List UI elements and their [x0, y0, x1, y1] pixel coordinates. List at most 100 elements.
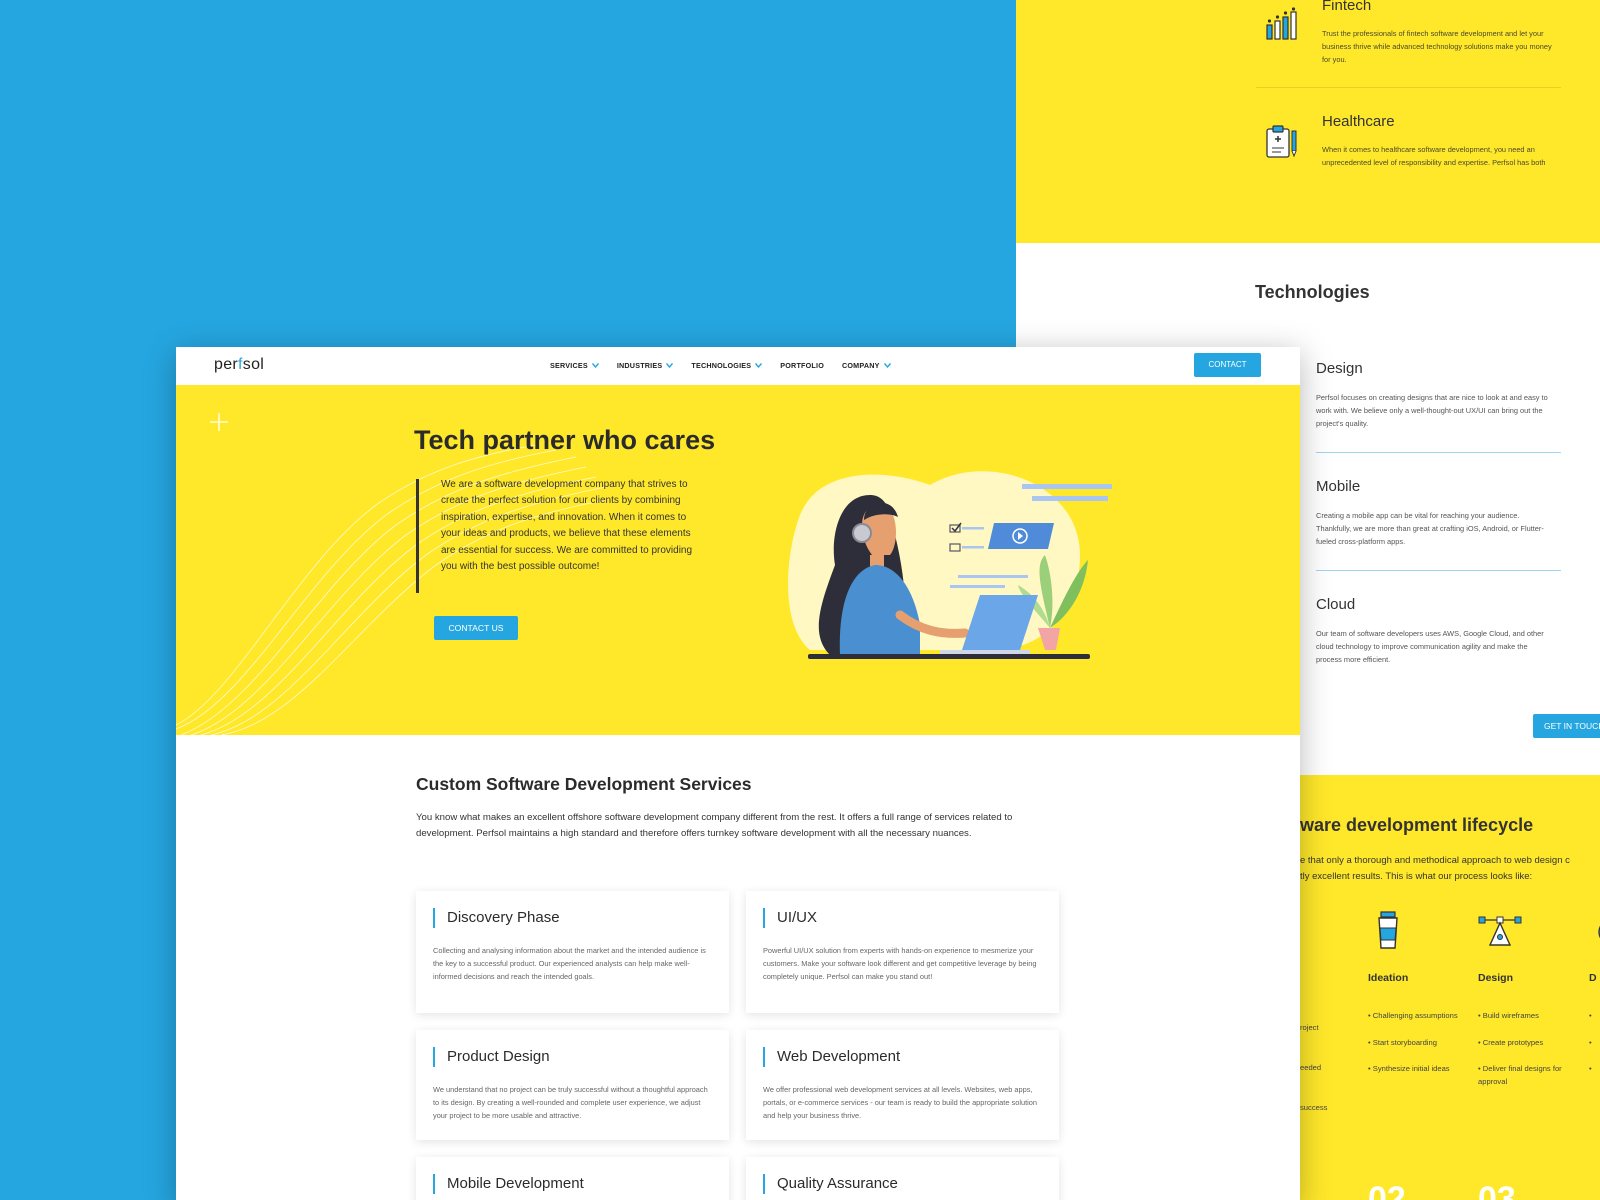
- list-item: • Start storyboarding: [1368, 1037, 1437, 1047]
- medical-clipboard-icon: [1266, 125, 1297, 158]
- service-card-web-development[interactable]: Web Development We offer professional we…: [746, 1030, 1059, 1140]
- tech-text: Perfsol focuses on creating designs that…: [1316, 393, 1548, 428]
- chevron-down-icon: [591, 363, 599, 368]
- tech-text: Creating a mobile app can be vital for r…: [1316, 511, 1544, 546]
- card-title: Quality Assurance: [777, 1175, 898, 1192]
- divider: [1316, 452, 1561, 453]
- menu-item-industries[interactable]: INDUSTRIES: [617, 361, 674, 370]
- list-item: • Create prototypes: [1478, 1037, 1544, 1047]
- fragment-text: eeded: [1300, 1063, 1322, 1072]
- card-accent-bar: [763, 908, 765, 928]
- logo-text: per: [214, 356, 239, 373]
- hero-title: Tech partner who cares: [414, 425, 716, 455]
- tech-title: Mobile: [1316, 478, 1361, 495]
- card-accent-bar: [433, 1047, 435, 1067]
- services-title: Custom Software Development Services: [416, 774, 752, 794]
- main-menu: SERVICES INDUSTRIES TECHNOLOGIES PORTFOL…: [550, 361, 909, 370]
- step-title: Ideation: [1368, 972, 1409, 984]
- service-card-quality-assurance[interactable]: Quality Assurance: [746, 1157, 1059, 1200]
- lifecycle-title: ware development lifecycle: [1300, 815, 1534, 835]
- contact-button[interactable]: CONTACT: [1194, 353, 1261, 377]
- pen-tool-icon: [1478, 916, 1522, 946]
- service-card-product-design[interactable]: Product Design We understand that no pro…: [416, 1030, 729, 1140]
- menu-item-services[interactable]: SERVICES: [550, 361, 599, 370]
- card-accent-bar: [763, 1047, 765, 1067]
- list-item: •: [1589, 1064, 1592, 1073]
- card-title: UI/UX: [777, 909, 818, 926]
- card-title: Web Development: [777, 1048, 901, 1065]
- step-title: Design: [1478, 972, 1514, 984]
- card-accent-bar: [433, 908, 435, 928]
- lifecycle-subtitle-line: e that only a thorough and methodical ap…: [1300, 855, 1570, 866]
- technologies-title: Technologies: [1255, 282, 1370, 302]
- step-title: D: [1589, 972, 1597, 984]
- industries-section: Fintech Trust the professionals of finte…: [1016, 0, 1600, 243]
- gear-icon: [1598, 925, 1600, 939]
- list-item: • Build wireframes: [1478, 1011, 1539, 1020]
- step-list: • Build wireframes • Create prototypes •…: [1478, 1010, 1588, 1088]
- card-accent-bar: [763, 1174, 765, 1194]
- list-item: •: [1589, 1011, 1592, 1020]
- logo[interactable]: perfsol: [214, 356, 264, 374]
- industry-title: Fintech: [1322, 0, 1372, 14]
- lifecycle-subtitle: e that only a thorough and methodical ap…: [1300, 853, 1600, 885]
- services-intro: You know what makes an excellent offshor…: [416, 812, 1013, 840]
- step-list: • Challenging assumptions • Start storyb…: [1368, 1010, 1478, 1076]
- card-text: Powerful UI/UX solution from experts wit…: [763, 946, 1037, 981]
- lifecycle-step-design: Design • Build wireframes • Create proto…: [1478, 910, 1588, 1102]
- coffee-cup-icon: [1378, 911, 1398, 949]
- card-title: Product Design: [447, 1048, 550, 1065]
- plus-icon: [210, 413, 228, 431]
- service-card-uiux[interactable]: UI/UX Powerful UI/UX solution from exper…: [746, 891, 1059, 1013]
- card-accent-bar: [433, 1174, 435, 1194]
- chevron-down-icon: [666, 363, 674, 368]
- chevron-down-icon: [755, 363, 763, 368]
- industry-text: When it comes to healthcare software dev…: [1322, 145, 1546, 167]
- menu-label: PORTFOLIO: [780, 361, 824, 370]
- step-list: • • •: [1589, 1010, 1600, 1076]
- logo-text: sol: [242, 356, 265, 373]
- lifecycle-subtitle-line: tly excellent results. This is what our …: [1300, 871, 1533, 882]
- hero-section: Tech partner who cares We are a software…: [176, 385, 1300, 735]
- list-item: • Synthesize initial ideas: [1368, 1064, 1450, 1073]
- card-title: Discovery Phase: [447, 909, 560, 926]
- hero-accent-bar: [416, 479, 419, 593]
- menu-item-company[interactable]: COMPANY: [842, 361, 891, 370]
- service-card-mobile-development[interactable]: Mobile Development: [416, 1157, 729, 1200]
- list-item: • Challenging assumptions: [1368, 1011, 1458, 1020]
- tech-title: Cloud: [1316, 596, 1356, 613]
- list-item: • Deliver final designs for approval: [1478, 1064, 1562, 1086]
- tech-text: Our team of software developers uses AWS…: [1316, 629, 1544, 664]
- menu-label: TECHNOLOGIES: [691, 361, 752, 370]
- card-text: Collecting and analysing information abo…: [433, 946, 706, 981]
- contact-us-button[interactable]: CONTACT US: [434, 616, 518, 640]
- get-in-touch-button[interactable]: GET IN TOUCH: [1533, 714, 1600, 738]
- list-item: •: [1589, 1037, 1592, 1047]
- menu-label: INDUSTRIES: [616, 361, 663, 370]
- menu-item-technologies[interactable]: TECHNOLOGIES: [691, 361, 763, 370]
- lifecycle-step-ideation: Ideation • Challenging assumptions • Sta…: [1368, 910, 1478, 1090]
- tech-title: Design: [1316, 360, 1363, 377]
- divider: [1256, 87, 1561, 88]
- chevron-down-icon: [883, 363, 891, 368]
- fragment-text: roject: [1300, 1023, 1319, 1032]
- industry-title: Healthcare: [1322, 113, 1395, 130]
- menu-label: COMPANY: [842, 361, 880, 370]
- hero-text: We are a software development company th…: [441, 479, 693, 573]
- industry-text: Trust the professionals of fintech softw…: [1322, 29, 1552, 64]
- tech-item-cloud: Cloud Our team of software developers us…: [1316, 596, 1561, 666]
- card-text: We understand that no project can be tru…: [433, 1085, 708, 1120]
- step-number: 03: [1478, 1180, 1516, 1200]
- divider: [1316, 570, 1561, 571]
- step-number: 02: [1368, 1180, 1406, 1200]
- tech-item-design: Design Perfsol focuses on creating desig…: [1316, 360, 1561, 430]
- card-title: Mobile Development: [447, 1175, 584, 1192]
- top-navbar: perfsol SERVICES INDUSTRIES TECHNOLOGIES…: [176, 347, 1300, 385]
- service-card-discovery[interactable]: Discovery Phase Collecting and analysing…: [416, 891, 729, 1013]
- menu-item-portfolio[interactable]: PORTFOLIO: [780, 361, 824, 370]
- fragment-text: success: [1300, 1103, 1328, 1112]
- chart-bars-icon: [1266, 7, 1297, 40]
- tech-item-mobile: Mobile Creating a mobile app can be vita…: [1316, 478, 1561, 548]
- menu-label: SERVICES: [550, 361, 588, 370]
- card-text: We offer professional web development se…: [763, 1085, 1037, 1120]
